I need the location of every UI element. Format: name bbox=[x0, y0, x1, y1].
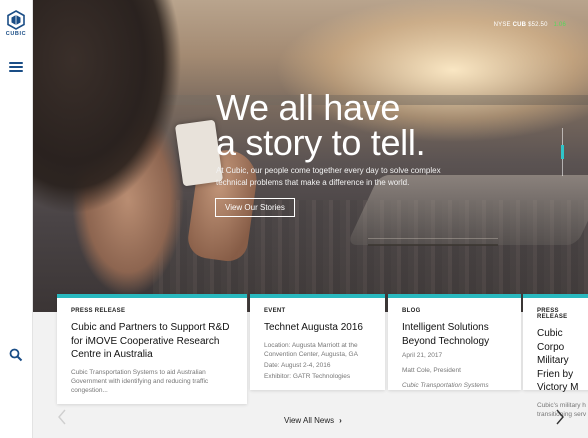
news-card-2[interactable]: EVENT Technet Augusta 2016 Location: Aug… bbox=[250, 294, 385, 390]
chevron-right-icon[interactable] bbox=[554, 408, 566, 426]
news-card-3[interactable]: BLOG Intelligent Solutions Beyond Techno… bbox=[388, 294, 521, 390]
left-rail: CUBIC bbox=[0, 0, 33, 438]
card-title[interactable]: Technet Augusta 2016 bbox=[264, 321, 373, 335]
cubic-logo[interactable]: CUBIC bbox=[5, 10, 27, 37]
stock-price: $52.50 bbox=[528, 22, 548, 28]
card-date: Date: August 2-4, 2016 bbox=[264, 361, 331, 369]
chevron-right-small-icon: › bbox=[339, 416, 342, 425]
stock-change: 1.06 bbox=[553, 22, 566, 28]
hero-headline-line2: a story to tell. bbox=[216, 122, 426, 163]
hero-scroll-indicator[interactable] bbox=[561, 145, 564, 159]
card-category: PRESS RELEASE bbox=[71, 308, 126, 314]
view-all-news-label: View All News bbox=[284, 416, 335, 425]
news-card-1[interactable]: PRESS RELEASE Cubic and Partners to Supp… bbox=[57, 294, 247, 404]
hero-subtext: At Cubic, our people come together every… bbox=[216, 166, 441, 187]
card-body: Cubic Transportation Systems to aid Aust… bbox=[71, 368, 209, 394]
hero-headline: We all have a story to tell. bbox=[216, 87, 426, 163]
hero-banner: NYSE CUB $52.50 1.06 We all have a story… bbox=[33, 0, 588, 312]
card-location: Location: Augusta Marriott at the Conven… bbox=[264, 341, 358, 358]
card-author: Matt Cole, President bbox=[402, 367, 461, 374]
stock-ticker: NYSE CUB $52.50 1.06 bbox=[494, 22, 566, 28]
card-category: EVENT bbox=[264, 308, 286, 314]
menu-icon[interactable] bbox=[9, 62, 23, 72]
stock-exchange: NYSE bbox=[493, 22, 511, 28]
chevron-left-icon[interactable] bbox=[56, 408, 68, 426]
card-title[interactable]: Intelligent Solutions Beyond Technology bbox=[402, 321, 509, 348]
card-title[interactable]: Cubic Corpo Military Frien by Victory M bbox=[537, 327, 588, 395]
news-card-4[interactable]: PRESS RELEASE Cubic Corpo Military Frien… bbox=[523, 294, 588, 418]
card-title[interactable]: Cubic and Partners to Support R&D for iM… bbox=[71, 321, 235, 362]
search-icon[interactable] bbox=[9, 348, 23, 362]
cubic-logo-icon bbox=[7, 10, 25, 30]
card-org: Cubic Transportation Systems bbox=[402, 382, 489, 389]
view-our-stories-button[interactable]: View Our Stories bbox=[215, 198, 295, 217]
card-exhibitor: Exhibitor: GATR Technologies bbox=[264, 372, 351, 380]
hero-headline-line1: We all have bbox=[216, 87, 401, 128]
brand-name: CUBIC bbox=[5, 31, 27, 37]
stock-symbol: CUB bbox=[512, 22, 527, 28]
card-date: April 21, 2017 bbox=[402, 352, 443, 359]
card-category: PRESS RELEASE bbox=[537, 308, 568, 320]
card-category: BLOG bbox=[402, 308, 421, 314]
view-all-news-link[interactable]: View All News › bbox=[284, 416, 342, 425]
